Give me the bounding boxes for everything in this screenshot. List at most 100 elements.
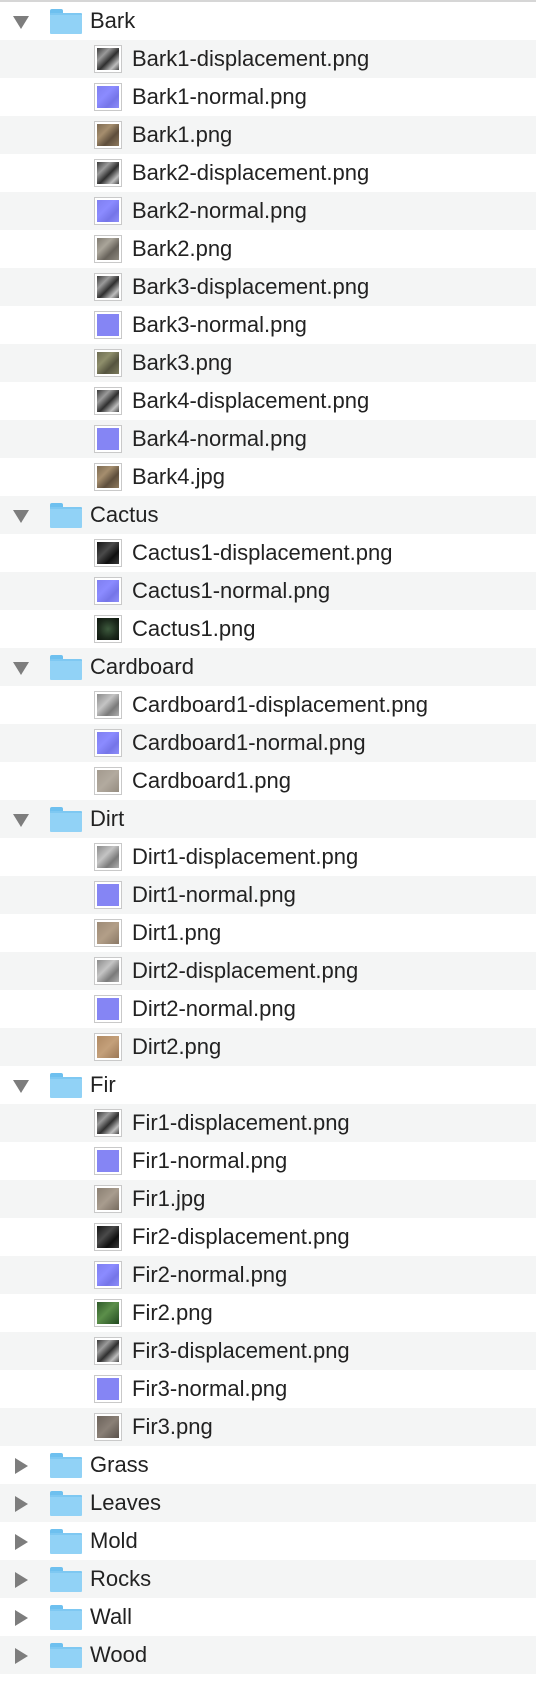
- file-row[interactable]: Bark4.jpg: [0, 458, 536, 496]
- file-row[interactable]: Bark1-displacement.png: [0, 40, 536, 78]
- file-row[interactable]: Bark3-normal.png: [0, 306, 536, 344]
- texture-thumbnail-icon: [94, 1147, 122, 1175]
- texture-thumbnail-icon: [94, 995, 122, 1023]
- file-label: Dirt2-normal.png: [132, 996, 296, 1021]
- texture-thumbnail-icon: [94, 577, 122, 605]
- folder-row-grass[interactable]: Grass: [0, 1446, 536, 1484]
- disclosure-collapsed-icon[interactable]: [13, 1534, 29, 1550]
- texture-thumbnail-icon: [94, 463, 122, 491]
- folder-label: Cactus: [90, 502, 159, 527]
- file-row[interactable]: Cardboard1-displacement.png: [0, 686, 536, 724]
- folder-row-cactus[interactable]: Cactus: [0, 496, 536, 534]
- folder-icon: [50, 1491, 82, 1517]
- disclosure-collapsed-icon[interactable]: [13, 1648, 29, 1664]
- file-row[interactable]: Fir1-displacement.png: [0, 1104, 536, 1142]
- folder-row-rocks[interactable]: Rocks: [0, 1560, 536, 1598]
- texture-thumbnail-icon: [94, 1261, 122, 1289]
- file-label: Bark1-normal.png: [132, 84, 307, 109]
- disclosure-expanded-icon[interactable]: [13, 14, 29, 30]
- file-row[interactable]: Fir3-normal.png: [0, 1370, 536, 1408]
- folder-icon: [50, 807, 82, 833]
- texture-thumbnail-icon: [94, 539, 122, 567]
- folder-label: Wood: [90, 1642, 148, 1667]
- file-row[interactable]: Dirt1-displacement.png: [0, 838, 536, 876]
- triangle-right-icon: [14, 1496, 28, 1512]
- folder-icon: [50, 1567, 82, 1593]
- file-label: Bark3-displacement.png: [132, 274, 370, 299]
- file-row[interactable]: Bark1-normal.png: [0, 78, 536, 116]
- disclosure-expanded-icon[interactable]: [13, 1078, 29, 1094]
- file-row[interactable]: Bark3.png: [0, 344, 536, 382]
- file-label: Cardboard1-normal.png: [132, 730, 366, 755]
- folder-icon: [50, 655, 82, 681]
- disclosure-collapsed-icon[interactable]: [13, 1572, 29, 1588]
- file-row[interactable]: Fir2-normal.png: [0, 1256, 536, 1294]
- file-row[interactable]: Dirt1-normal.png: [0, 876, 536, 914]
- texture-thumbnail-icon: [94, 729, 122, 757]
- file-row[interactable]: Bark3-displacement.png: [0, 268, 536, 306]
- file-label: Cardboard1.png: [132, 768, 292, 793]
- file-row[interactable]: Dirt2-displacement.png: [0, 952, 536, 990]
- folder-row-leaves[interactable]: Leaves: [0, 1484, 536, 1522]
- file-row[interactable]: Cardboard1.png: [0, 762, 536, 800]
- folder-label: Mold: [90, 1528, 138, 1553]
- folder-row-fir[interactable]: Fir: [0, 1066, 536, 1104]
- file-row[interactable]: Fir1-normal.png: [0, 1142, 536, 1180]
- texture-thumbnail-icon: [94, 349, 122, 377]
- file-row[interactable]: Bark4-normal.png: [0, 420, 536, 458]
- triangle-right-icon: [14, 1648, 28, 1664]
- file-row[interactable]: Bark2.png: [0, 230, 536, 268]
- disclosure-collapsed-icon[interactable]: [13, 1496, 29, 1512]
- folder-row-mold[interactable]: Mold: [0, 1522, 536, 1560]
- texture-thumbnail-icon: [94, 273, 122, 301]
- file-row[interactable]: Cactus1-normal.png: [0, 572, 536, 610]
- texture-thumbnail-icon: [94, 1337, 122, 1365]
- texture-thumbnail-icon: [94, 1033, 122, 1061]
- file-label: Fir1-normal.png: [132, 1148, 288, 1173]
- file-row[interactable]: Fir3-displacement.png: [0, 1332, 536, 1370]
- texture-thumbnail-icon: [94, 1109, 122, 1137]
- file-label: Dirt2.png: [132, 1034, 222, 1059]
- file-row[interactable]: Fir3.png: [0, 1408, 536, 1446]
- disclosure-collapsed-icon[interactable]: [13, 1458, 29, 1474]
- folder-row-bark[interactable]: Bark: [0, 2, 536, 40]
- file-label: Bark4-displacement.png: [132, 388, 370, 413]
- folder-row-cardboard[interactable]: Cardboard: [0, 648, 536, 686]
- disclosure-collapsed-icon[interactable]: [13, 1610, 29, 1626]
- file-row[interactable]: Cardboard1-normal.png: [0, 724, 536, 762]
- texture-thumbnail-icon: [94, 235, 122, 263]
- texture-thumbnail-icon: [94, 121, 122, 149]
- file-row[interactable]: Bark2-displacement.png: [0, 154, 536, 192]
- file-label: Bark1.png: [132, 122, 233, 147]
- file-row[interactable]: Bark2-normal.png: [0, 192, 536, 230]
- file-row[interactable]: Bark4-displacement.png: [0, 382, 536, 420]
- folder-row-wall[interactable]: Wall: [0, 1598, 536, 1636]
- triangle-down-icon: [13, 509, 29, 523]
- file-row[interactable]: Dirt1.png: [0, 914, 536, 952]
- file-row[interactable]: Cactus1.png: [0, 610, 536, 648]
- folder-icon: [50, 1643, 82, 1669]
- triangle-down-icon: [13, 813, 29, 827]
- file-row[interactable]: Fir2.png: [0, 1294, 536, 1332]
- disclosure-expanded-icon[interactable]: [13, 508, 29, 524]
- file-row[interactable]: Dirt2-normal.png: [0, 990, 536, 1028]
- disclosure-expanded-icon[interactable]: [13, 812, 29, 828]
- file-row[interactable]: Fir1.jpg: [0, 1180, 536, 1218]
- disclosure-expanded-icon[interactable]: [13, 660, 29, 676]
- texture-thumbnail-icon: [94, 615, 122, 643]
- file-label: Fir1.jpg: [132, 1186, 206, 1211]
- file-row[interactable]: Bark1.png: [0, 116, 536, 154]
- file-label: Bark2-displacement.png: [132, 160, 370, 185]
- folder-label: Fir: [90, 1072, 116, 1097]
- texture-thumbnail-icon: [94, 425, 122, 453]
- file-row[interactable]: Cactus1-displacement.png: [0, 534, 536, 572]
- file-label: Bark3.png: [132, 350, 233, 375]
- folder-icon: [50, 503, 82, 529]
- file-row[interactable]: Dirt2.png: [0, 1028, 536, 1066]
- file-label: Cardboard1-displacement.png: [132, 692, 428, 717]
- folder-row-wood[interactable]: Wood: [0, 1636, 536, 1674]
- folder-label: Bark: [90, 8, 136, 33]
- folder-row-dirt[interactable]: Dirt: [0, 800, 536, 838]
- file-row[interactable]: Fir2-displacement.png: [0, 1218, 536, 1256]
- file-label: Dirt2-displacement.png: [132, 958, 359, 983]
